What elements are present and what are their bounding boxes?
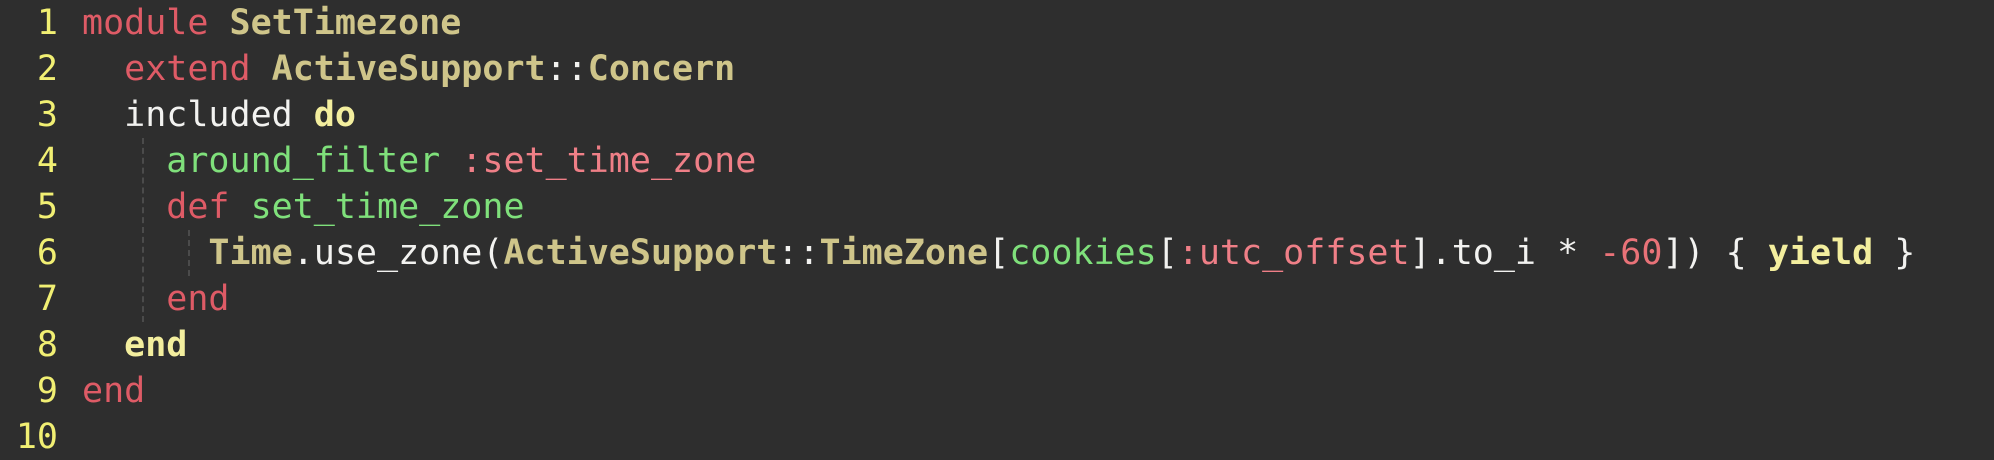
code-token: cookies	[1009, 233, 1157, 273]
code-line[interactable]: 3 included do	[0, 92, 1994, 138]
code-token: set_time_zone	[250, 187, 525, 227]
code-token: ::	[777, 233, 820, 273]
code-text[interactable]: module SetTimezone	[82, 0, 461, 46]
code-token: .use_zone(	[292, 233, 504, 273]
code-text[interactable]: end	[82, 368, 145, 414]
code-token: [	[1156, 233, 1178, 273]
line-number: 9	[36, 371, 58, 411]
line-number: 10	[15, 417, 58, 457]
code-token: }	[1873, 233, 1916, 273]
code-text[interactable]: end	[82, 276, 230, 322]
code-token: [	[988, 233, 1010, 273]
code-token: :utc_offset	[1177, 233, 1410, 273]
line-number: 5	[36, 187, 58, 227]
line-number: 7	[36, 279, 58, 319]
code-token: ActiveSupport	[271, 49, 546, 89]
code-text[interactable]: end	[82, 322, 187, 368]
code-line[interactable]: 8 end	[0, 322, 1994, 368]
indent-guide	[188, 230, 190, 276]
code-text[interactable]: extend ActiveSupport::Concern	[82, 46, 735, 92]
line-number: 1	[36, 3, 58, 43]
code-token: ::	[545, 49, 588, 89]
code-token: -60	[1599, 233, 1663, 273]
code-token: end	[82, 279, 230, 319]
code-token: TimeZone	[819, 233, 989, 273]
code-token: module	[82, 3, 230, 43]
code-editor[interactable]: 1 module SetTimezone 2 extend ActiveSuppor…	[0, 0, 1994, 457]
code-token: around_filter	[82, 141, 462, 181]
code-line[interactable]: 1 module SetTimezone	[0, 0, 1994, 46]
code-text[interactable]: around_filter :set_time_zone	[82, 138, 756, 184]
code-token: do	[313, 95, 356, 135]
indent-guide	[142, 138, 144, 322]
code-token: SetTimezone	[229, 3, 462, 43]
code-line[interactable]: 10	[0, 414, 1994, 460]
code-text[interactable]: included do	[82, 92, 356, 138]
line-number: 6	[36, 233, 58, 273]
code-line[interactable]: 9 end	[0, 368, 1994, 414]
line-number: 2	[36, 49, 58, 89]
code-token: ].to_i *	[1409, 233, 1600, 273]
code-token: yield	[1767, 233, 1874, 273]
code-line[interactable]: 6 Time.use_zone(ActiveSupport::TimeZone[…	[0, 230, 1994, 276]
code-token: ActiveSupport	[503, 233, 778, 273]
code-token: :set_time_zone	[461, 141, 757, 181]
code-token: extend	[82, 49, 272, 89]
code-token: included	[82, 95, 314, 135]
line-number: 4	[36, 141, 58, 181]
line-number: 8	[36, 325, 58, 365]
code-line[interactable]: 4 around_filter :set_time_zone	[0, 138, 1994, 184]
code-token: ]) {	[1662, 233, 1768, 273]
line-number: 3	[36, 95, 58, 135]
code-token: def	[82, 187, 251, 227]
code-line[interactable]: 2 extend ActiveSupport::Concern	[0, 46, 1994, 92]
code-line[interactable]: 5 def set_time_zone	[0, 184, 1994, 230]
code-token: end	[82, 371, 146, 411]
code-token: end	[82, 325, 188, 365]
code-token: Concern	[587, 49, 736, 89]
code-line[interactable]: 7 end	[0, 276, 1994, 322]
code-text[interactable]: Time.use_zone(ActiveSupport::TimeZone[co…	[82, 230, 1915, 276]
code-text[interactable]: def set_time_zone	[82, 184, 525, 230]
